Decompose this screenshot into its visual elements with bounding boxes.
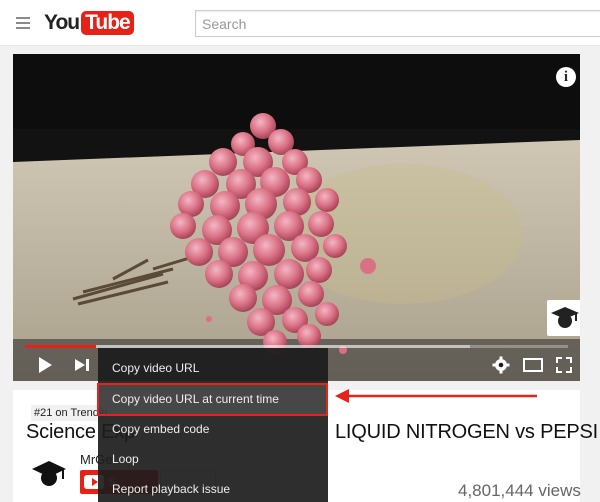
berry (274, 259, 304, 289)
graduation-cap-icon (32, 461, 66, 486)
berry (205, 260, 233, 288)
berry (323, 234, 347, 258)
progress-played (25, 345, 96, 348)
video-title-right: LIQUID NITROGEN vs PEPSI (334, 421, 599, 443)
berry (253, 234, 285, 266)
play-icon[interactable] (37, 356, 53, 374)
graduation-cap-icon (551, 307, 579, 328)
youtube-watch-page: You Tube Search i #21 on Trendin Science… (0, 0, 600, 502)
video-frame (13, 54, 580, 381)
berry (315, 188, 339, 212)
menu-item-report-playback-issue[interactable]: Report playback issue (98, 474, 328, 502)
channel-avatar[interactable] (30, 456, 68, 492)
theater-icon[interactable] (523, 358, 543, 372)
menu-item-loop[interactable]: Loop (98, 444, 328, 474)
info-icon[interactable]: i (556, 67, 576, 87)
view-count: 4,801,444 views (458, 481, 581, 500)
menu-item-copy-embed-code[interactable]: Copy embed code (98, 414, 328, 444)
player-context-menu: Copy video URL Copy video URL at current… (98, 348, 328, 502)
logo-tube-text: Tube (81, 11, 134, 35)
gear-icon[interactable] (492, 356, 510, 374)
berry (315, 302, 339, 326)
search-input[interactable] (196, 11, 600, 36)
annotation-arrow-icon (335, 389, 537, 403)
masthead: You Tube (0, 0, 600, 46)
berry (308, 211, 334, 237)
fullscreen-icon[interactable] (556, 357, 572, 373)
next-icon[interactable] (74, 358, 90, 372)
berry (306, 257, 332, 283)
video-player[interactable]: i (13, 54, 580, 381)
hamburger-icon[interactable] (16, 17, 30, 29)
berry (185, 238, 213, 266)
search-box[interactable] (195, 10, 600, 37)
berry (298, 281, 324, 307)
youtube-logo[interactable]: You Tube (44, 11, 134, 35)
channel-watermark[interactable] (547, 300, 580, 336)
logo-you-text: You (44, 11, 80, 34)
annotation-highlight-box (97, 383, 328, 416)
berry (170, 213, 196, 239)
berry (229, 284, 257, 312)
menu-item-copy-video-url[interactable]: Copy video URL (98, 353, 328, 383)
